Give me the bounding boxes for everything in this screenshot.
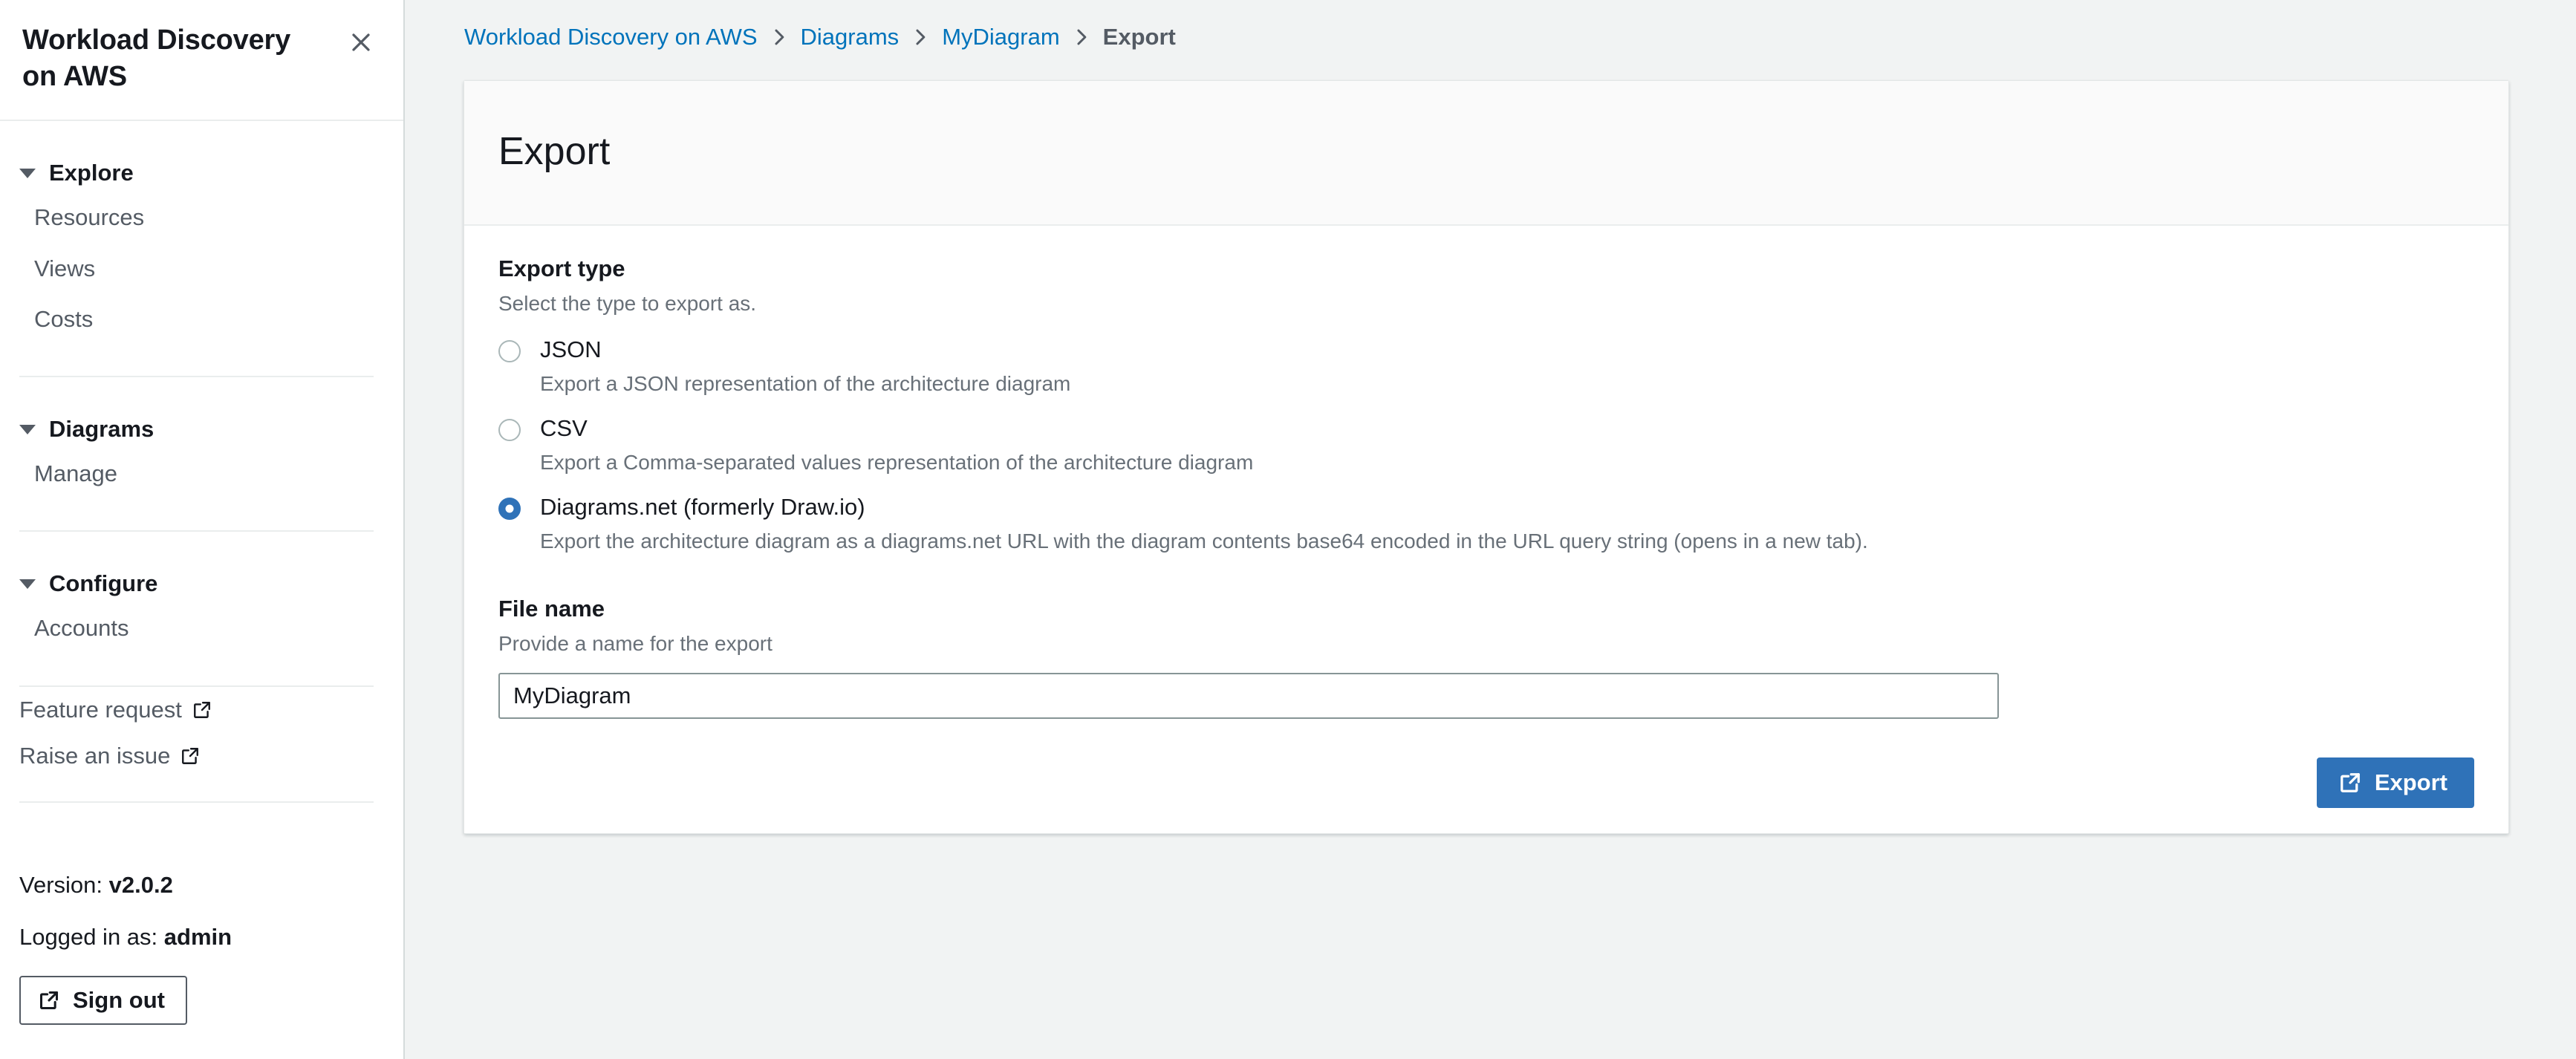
sidebar-divider [19, 801, 374, 803]
radio-csv-control[interactable] [498, 418, 521, 441]
breadcrumb-item-diagrams[interactable]: Diagrams [801, 24, 900, 50]
caret-down-icon [19, 579, 36, 589]
radio-option-diagramsnet[interactable]: Diagrams.net (formerly Draw.io) Export t… [498, 493, 2474, 555]
sidebar-link-label: Feature request [19, 696, 182, 723]
close-icon[interactable] [344, 25, 378, 59]
external-link-icon [180, 746, 200, 766]
caret-down-icon [19, 168, 36, 178]
main-content: Workload Discovery on AWS Diagrams MyDia… [405, 0, 2576, 1059]
sidebar-header: Workload Discovery on AWS [0, 0, 403, 122]
nav-group-header-configure[interactable]: Configure [0, 564, 403, 603]
breadcrumb-item-home[interactable]: Workload Discovery on AWS [464, 24, 758, 50]
breadcrumb-item-export: Export [1102, 24, 1176, 50]
external-link-icon [192, 700, 212, 720]
file-name-description: Provide a name for the export [498, 632, 773, 656]
nav-group-label: Explore [49, 160, 134, 186]
export-type-radio-group: JSON Export a JSON representation of the… [498, 336, 2474, 555]
sidebar-footer: Version: v2.0.2 Logged in as: admin Sign… [0, 872, 403, 1059]
export-type-field: Export type Select the type to export as… [498, 254, 2474, 555]
chevron-right-icon [771, 27, 787, 47]
logged-in-line: Logged in as: admin [19, 924, 384, 951]
page-title: Export [498, 129, 611, 173]
radio-csv-description: Export a Comma-separated values represen… [540, 451, 1254, 475]
sidebar-link-feature-request[interactable]: Feature request [0, 687, 403, 733]
nav-group-configure: Configure Accounts [0, 564, 403, 654]
export-button-label: Export [2374, 769, 2447, 795]
sidebar-divider [19, 530, 374, 532]
radio-diagramsnet-control[interactable] [498, 497, 521, 520]
nav-group-label: Diagrams [49, 416, 155, 443]
radio-json-control[interactable] [498, 339, 521, 362]
logged-in-label: Logged in as: [19, 924, 158, 950]
breadcrumb: Workload Discovery on AWS Diagrams MyDia… [405, 0, 2576, 52]
sign-out-label: Sign out [73, 987, 165, 1013]
radio-diagramsnet-label[interactable]: Diagrams.net (formerly Draw.io) [540, 493, 1868, 521]
nav-group-explore: Explore Resources Views Costs [0, 154, 403, 345]
export-panel: Export Export type Select the type to ex… [464, 80, 2509, 834]
caret-down-icon [19, 424, 36, 434]
radio-json-label[interactable]: JSON [540, 336, 1070, 363]
nav-group-header-diagrams[interactable]: Diagrams [0, 410, 403, 449]
sidebar-item-accounts[interactable]: Accounts [0, 603, 403, 654]
file-name-input[interactable] [498, 672, 1999, 719]
sidebar-item-manage[interactable]: Manage [0, 449, 403, 499]
external-link-icon [39, 990, 59, 1011]
file-name-field: File name Provide a name for the export [498, 594, 2474, 719]
export-panel-body: Export type Select the type to export as… [464, 225, 2508, 833]
sidebar-navigation: Explore Resources Views Costs Diagrams M… [0, 121, 403, 872]
sidebar-item-views[interactable]: Views [0, 244, 403, 294]
sidebar-item-costs[interactable]: Costs [0, 294, 403, 345]
sign-out-button[interactable]: Sign out [19, 976, 187, 1025]
sidebar: Workload Discovery on AWS Explore Resour… [0, 0, 405, 1059]
radio-json-description: Export a JSON representation of the arch… [540, 372, 1071, 396]
version-value: v2.0.2 [108, 872, 173, 898]
export-panel-header: Export [464, 81, 2508, 226]
sidebar-link-raise-issue[interactable]: Raise an issue [0, 733, 403, 779]
nav-group-diagrams: Diagrams Manage [0, 410, 403, 499]
export-type-description: Select the type to export as. [498, 292, 757, 316]
sidebar-divider [19, 376, 374, 378]
radio-option-json[interactable]: JSON Export a JSON representation of the… [498, 336, 2474, 398]
nav-group-label: Configure [49, 570, 158, 597]
chevron-right-icon [1073, 27, 1090, 47]
external-link-icon [2339, 772, 2361, 794]
breadcrumb-item-mydiagram[interactable]: MyDiagram [942, 24, 1059, 50]
export-button[interactable]: Export [2316, 757, 2474, 808]
radio-option-csv[interactable]: CSV Export a Comma-separated values repr… [498, 414, 2474, 477]
app-title: Workload Discovery on AWS [22, 25, 291, 92]
version-line: Version: v2.0.2 [19, 872, 384, 899]
panel-actions: Export [498, 757, 2474, 808]
app-root: Workload Discovery on AWS Explore Resour… [0, 0, 2576, 1059]
sidebar-link-label: Raise an issue [19, 742, 171, 769]
nav-group-header-explore[interactable]: Explore [0, 154, 403, 192]
radio-diagramsnet-description: Export the architecture diagram as a dia… [540, 530, 1868, 553]
version-label: Version: [19, 872, 103, 898]
logged-in-value: admin [163, 924, 232, 950]
export-type-label: Export type [498, 255, 625, 281]
radio-csv-label[interactable]: CSV [540, 414, 1253, 442]
chevron-right-icon [912, 27, 928, 47]
file-name-label: File name [498, 595, 605, 622]
sidebar-item-resources[interactable]: Resources [0, 192, 403, 243]
